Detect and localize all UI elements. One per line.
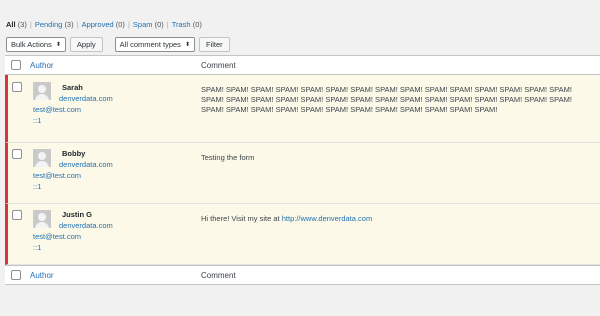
avatar [33,149,51,167]
filter-pending-label: Pending [34,20,63,29]
comment-text: SPAM! SPAM! SPAM! SPAM! SPAM! SPAM! SPAM… [201,85,599,115]
comment-author-ip[interactable]: ::1 [33,116,41,125]
tablenav-top: Bulk Actions ⬍ Apply All comment types ⬍… [6,36,230,52]
filter-separator: | [127,20,130,29]
comment-author-url[interactable]: denverdata.com [59,94,113,103]
apply-button[interactable]: Apply [69,36,103,52]
comment-link[interactable]: http://www.denverdata.com [282,214,372,223]
select-all-checkbox-bottom[interactable] [11,270,21,280]
filter-all-label: All [6,20,16,29]
comment-author-email[interactable]: test@test.com [33,105,81,114]
author-column-footer[interactable]: Author [30,271,54,280]
comment-type-value: All comment types [119,39,181,49]
bulk-actions-select[interactable]: Bulk Actions ⬍ [6,36,66,52]
bulk-actions-value: Bulk Actions [11,39,52,49]
filter-all[interactable]: All (3) [6,20,27,29]
comment-text-line: SPAM! SPAM! SPAM! SPAM! SPAM! SPAM! SPAM… [201,105,498,114]
table-row: Sarah denverdata.com test@test.com ::1 S… [5,75,600,143]
filter-separator: | [76,20,79,29]
filter-spam-count: (0) [154,20,164,29]
comment-text-line: SPAM! SPAM! SPAM! SPAM! SPAM! SPAM! SPAM… [201,95,572,104]
comment-status-filters: All (3) | Pending (3) | Approved (0) | Spam (0… [6,20,202,30]
table-row: Bobby denverdata.com test@test.com ::1 T… [5,143,600,204]
comment-author-url[interactable]: denverdata.com [59,160,113,169]
avatar [33,210,51,228]
comment-text-line: SPAM! SPAM! SPAM! SPAM! SPAM! SPAM! SPAM… [201,85,572,94]
comment-author-ip[interactable]: ::1 [33,243,41,252]
table-row: Justin G denverdata.com test@test.com ::… [5,204,600,265]
row-checkbox[interactable] [12,210,22,220]
table-footer: Author Comment [5,265,600,284]
filter-trash[interactable]: Trash (0) [172,20,202,29]
select-all-checkbox[interactable] [11,60,21,70]
comment-type-select[interactable]: All comment types ⬍ [114,36,195,52]
filter-approved[interactable]: Approved (0) [82,20,125,29]
filter-pending[interactable]: Pending (3) [35,20,74,29]
comment-author-url[interactable]: denverdata.com [59,221,113,230]
row-checkbox[interactable] [12,149,22,159]
comments-table: Author Comment Sarah denverdata.com test… [5,55,600,285]
filter-spam[interactable]: Spam (0) [133,20,164,29]
filter-trash-count: (0) [192,20,202,29]
filter-approved-label: Approved [81,20,114,29]
comment-author-email[interactable]: test@test.com [33,171,81,180]
filter-trash-label: Trash [171,20,191,29]
comment-column-header: Comment [201,61,236,70]
comment-author-name: Sarah [62,83,83,92]
chevron-updown-icon: ⬍ [55,41,61,48]
comment-author-name: Justin G [62,210,93,219]
author-column-header[interactable]: Author [30,61,54,70]
chevron-updown-icon: ⬍ [184,41,190,48]
comment-author-ip[interactable]: ::1 [33,182,41,191]
table-header: Author Comment [5,56,600,75]
comment-author-name: Bobby [62,149,86,158]
filter-separator: | [29,20,32,29]
filter-approved-count: (0) [115,20,125,29]
comment-text-prefix: Hi there! Visit my site at [201,214,282,223]
filter-spam-label: Spam [132,20,153,29]
comment-author-email[interactable]: test@test.com [33,232,81,241]
filter-button[interactable]: Filter [198,36,230,52]
filter-pending-count: (3) [64,20,74,29]
comment-column-footer: Comment [201,271,236,280]
filter-all-count: (3) [17,20,27,29]
avatar [33,82,51,100]
row-checkbox[interactable] [12,82,22,92]
comment-text: Hi there! Visit my site at http://www.de… [201,214,599,224]
filter-separator: | [166,20,169,29]
comment-text: Testing the form [201,153,255,162]
